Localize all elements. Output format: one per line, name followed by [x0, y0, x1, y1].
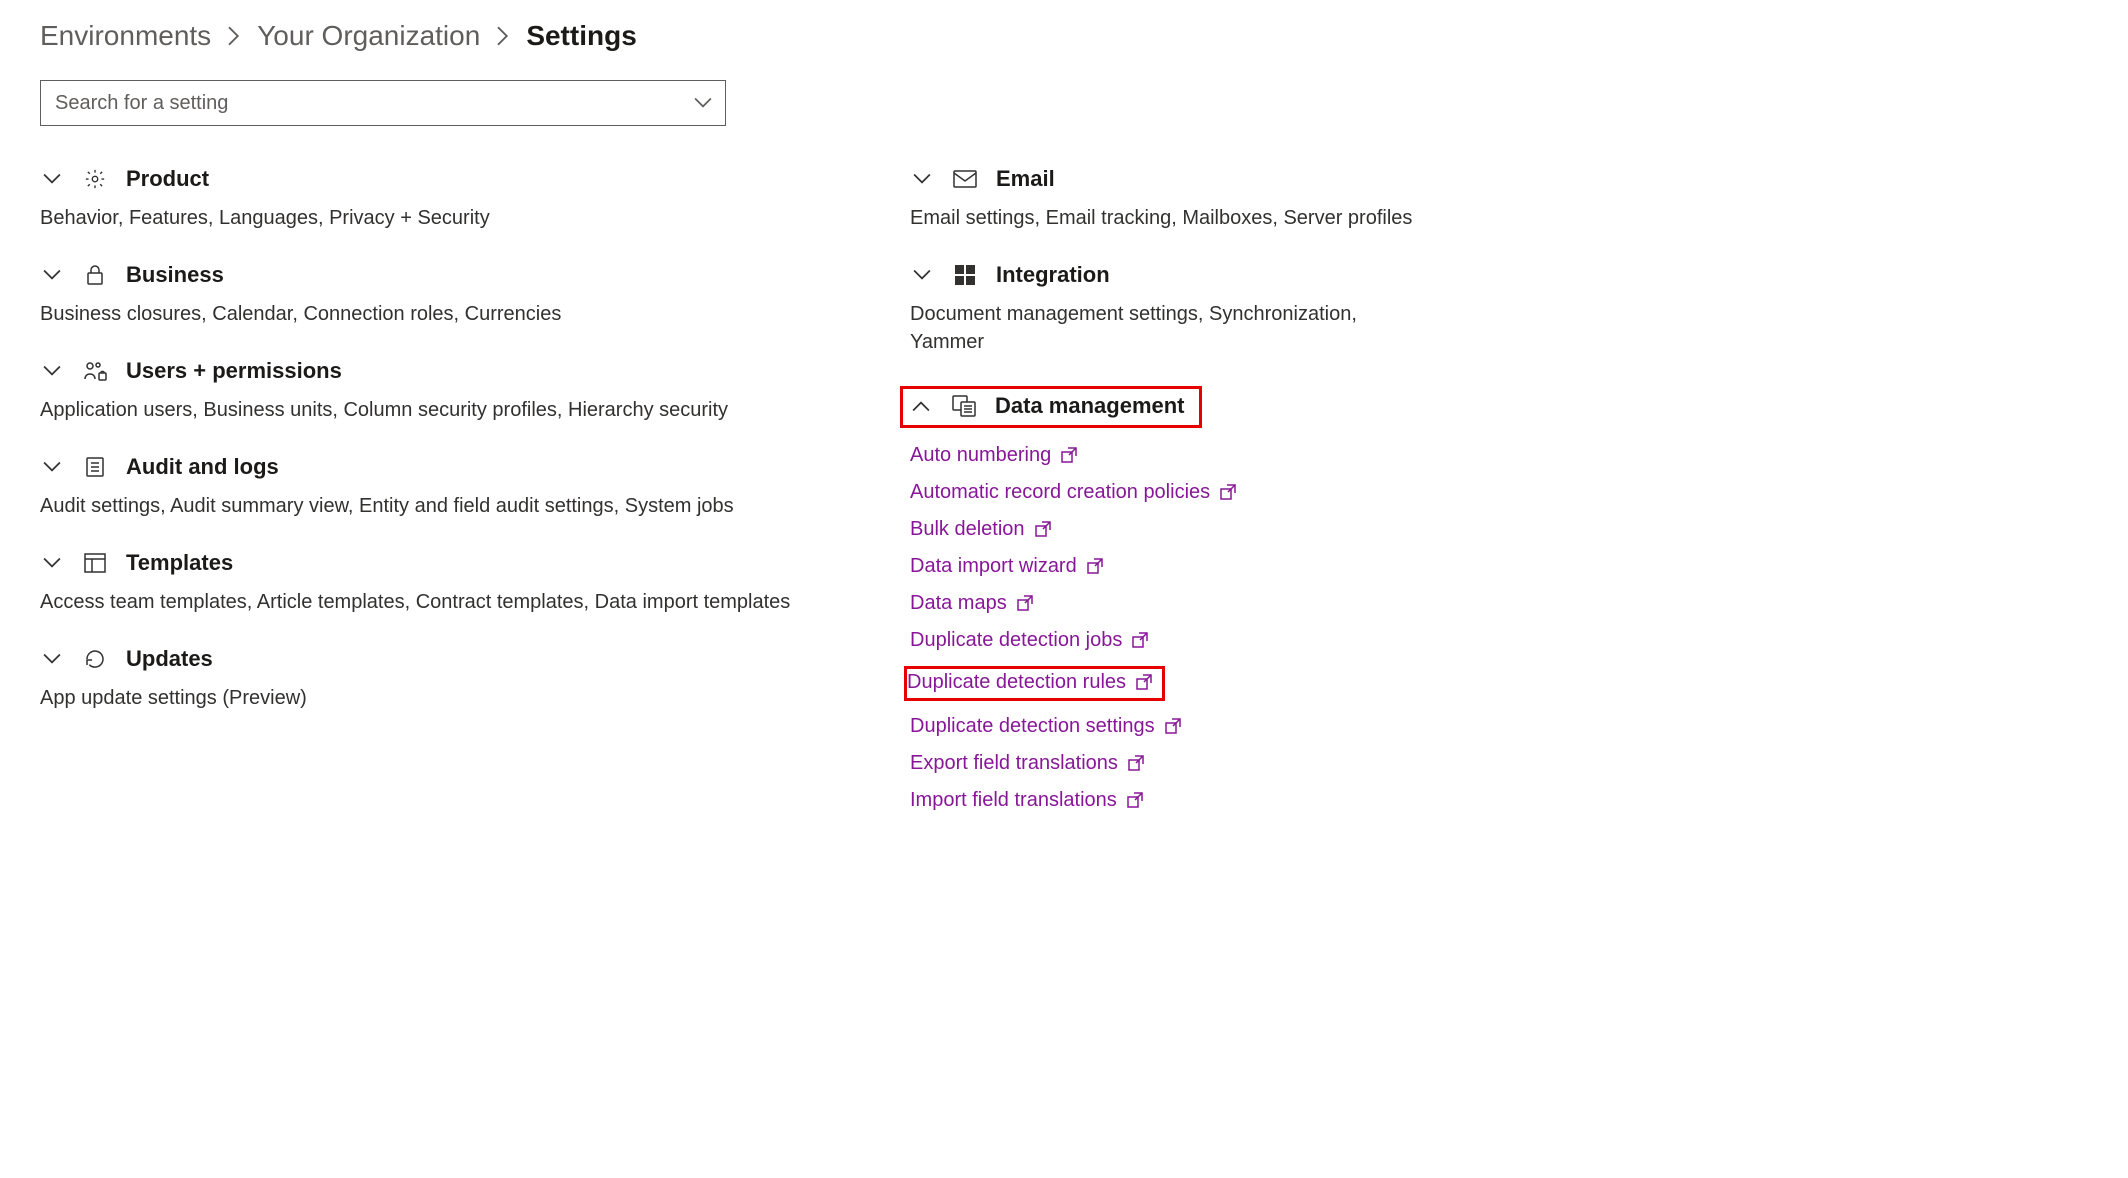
- link-duplicate-detection-jobs[interactable]: Duplicate detection jobs: [910, 629, 1150, 652]
- chevron-down-icon: [40, 647, 64, 671]
- windows-icon: [952, 262, 978, 288]
- chevron-down-icon: [40, 167, 64, 191]
- link-label: Duplicate detection settings: [910, 715, 1155, 738]
- link-label: Export field translations: [910, 752, 1118, 775]
- link-auto-numbering[interactable]: Auto numbering: [910, 444, 1079, 467]
- external-link-icon: [1132, 632, 1150, 650]
- section-header-updates[interactable]: Updates: [40, 646, 870, 672]
- chevron-up-icon: [909, 394, 933, 418]
- section-desc: App update settings (Preview): [40, 684, 870, 712]
- link-label: Data maps: [910, 592, 1007, 615]
- external-link-icon: [1087, 558, 1105, 576]
- chevron-down-icon: [910, 263, 934, 287]
- chevron-right-icon: [227, 26, 241, 46]
- link-export-field-translations[interactable]: Export field translations: [910, 752, 1146, 775]
- external-link-icon: [1128, 755, 1146, 773]
- link-duplicate-detection-settings[interactable]: Duplicate detection settings: [910, 715, 1183, 738]
- list-icon: [82, 454, 108, 480]
- gear-icon: [82, 166, 108, 192]
- section-title: Data management: [995, 393, 1185, 419]
- section-header-business[interactable]: Business: [40, 262, 870, 288]
- link-data-maps[interactable]: Data maps: [910, 592, 1035, 615]
- external-link-icon: [1220, 484, 1238, 502]
- section-title: Users + permissions: [126, 358, 342, 384]
- section-header-email[interactable]: Email: [910, 166, 1420, 192]
- link-label: Data import wizard: [910, 555, 1077, 578]
- section-header-templates[interactable]: Templates: [40, 550, 870, 576]
- link-automatic-record-creation[interactable]: Automatic record creation policies: [910, 481, 1238, 504]
- external-link-icon: [1165, 718, 1183, 736]
- section-header-data-management[interactable]: Data management: [900, 386, 1202, 428]
- breadcrumb-settings: Settings: [526, 20, 636, 52]
- section-header-audit[interactable]: Audit and logs: [40, 454, 870, 480]
- chevron-right-icon: [496, 26, 510, 46]
- link-label: Import field translations: [910, 789, 1117, 812]
- section-header-product[interactable]: Product: [40, 166, 870, 192]
- external-link-icon: [1127, 792, 1145, 810]
- chevron-down-icon: [40, 263, 64, 287]
- data-icon: [951, 393, 977, 419]
- breadcrumb-environments[interactable]: Environments: [40, 20, 211, 52]
- section-desc: Business closures, Calendar, Connection …: [40, 300, 870, 328]
- chevron-down-icon: [40, 551, 64, 575]
- section-header-integration[interactable]: Integration: [910, 262, 1420, 288]
- search-input[interactable]: [40, 80, 726, 126]
- section-desc: Document management settings, Synchroniz…: [910, 300, 1420, 356]
- template-icon: [82, 550, 108, 576]
- chevron-down-icon: [40, 455, 64, 479]
- breadcrumb-organization[interactable]: Your Organization: [257, 20, 480, 52]
- external-link-icon: [1136, 674, 1154, 692]
- link-label: Auto numbering: [910, 444, 1051, 467]
- section-desc: Application users, Business units, Colum…: [40, 396, 870, 424]
- section-desc: Audit settings, Audit summary view, Enti…: [40, 492, 870, 520]
- link-label: Automatic record creation policies: [910, 481, 1210, 504]
- link-label: Bulk deletion: [910, 518, 1025, 541]
- section-title: Templates: [126, 550, 233, 576]
- section-header-users[interactable]: Users + permissions: [40, 358, 870, 384]
- chevron-down-icon: [40, 359, 64, 383]
- link-data-import-wizard[interactable]: Data import wizard: [910, 555, 1105, 578]
- section-title: Product: [126, 166, 209, 192]
- section-title: Email: [996, 166, 1055, 192]
- section-desc: Behavior, Features, Languages, Privacy +…: [40, 204, 870, 232]
- chevron-down-icon: [910, 167, 934, 191]
- search-combobox[interactable]: [40, 80, 726, 126]
- section-title: Updates: [126, 646, 213, 672]
- link-bulk-deletion[interactable]: Bulk deletion: [910, 518, 1053, 541]
- section-title: Business: [126, 262, 224, 288]
- breadcrumb: Environments Your Organization Settings: [40, 20, 2088, 52]
- link-label: Duplicate detection rules: [907, 671, 1126, 694]
- link-duplicate-detection-rules[interactable]: Duplicate detection rules: [907, 671, 1154, 694]
- people-lock-icon: [82, 358, 108, 384]
- mail-icon: [952, 166, 978, 192]
- refresh-icon: [82, 646, 108, 672]
- link-import-field-translations[interactable]: Import field translations: [910, 789, 1145, 812]
- link-label: Duplicate detection jobs: [910, 629, 1122, 652]
- section-title: Integration: [996, 262, 1110, 288]
- section-desc: Access team templates, Article templates…: [40, 588, 870, 616]
- lock-icon: [82, 262, 108, 288]
- external-link-icon: [1061, 447, 1079, 465]
- external-link-icon: [1017, 595, 1035, 613]
- external-link-icon: [1035, 521, 1053, 539]
- section-desc: Email settings, Email tracking, Mailboxe…: [910, 204, 1420, 232]
- section-title: Audit and logs: [126, 454, 279, 480]
